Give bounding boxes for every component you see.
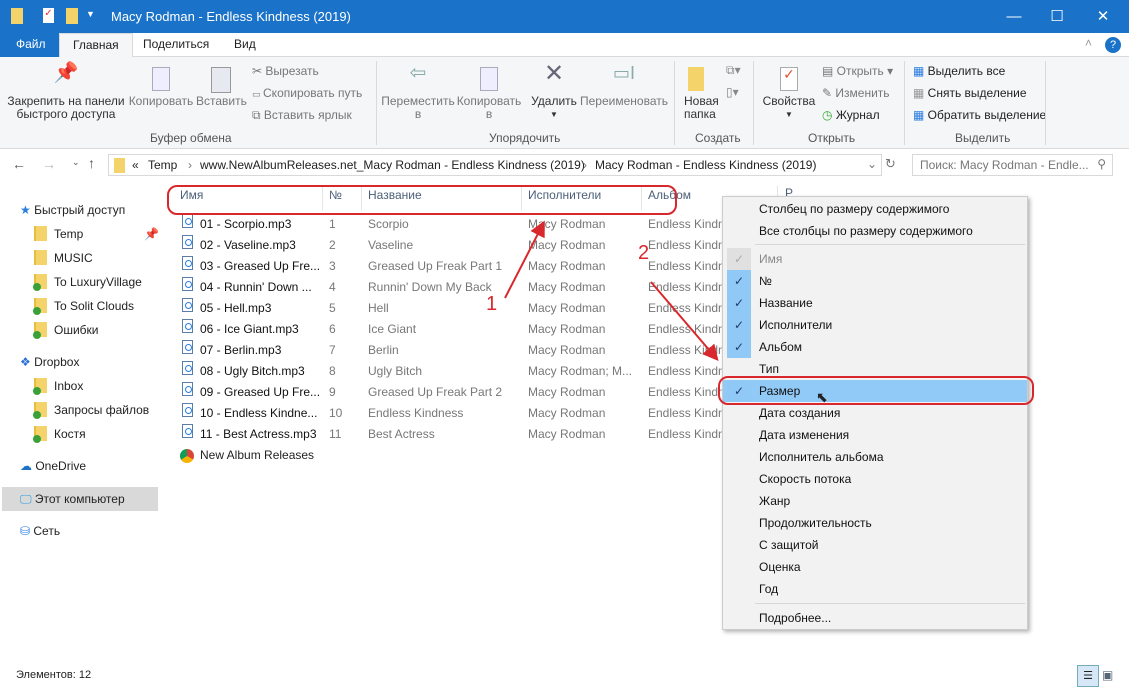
empty-check <box>727 512 751 534</box>
empty-check <box>727 468 751 490</box>
menu-item-column-toggle[interactable]: Оценка <box>723 556 1027 578</box>
menu-item-column-toggle[interactable]: Скорость потока <box>723 468 1027 490</box>
empty-check <box>727 534 751 556</box>
menu-label: Подробнее... <box>759 611 832 625</box>
menu-item-fit-all-columns[interactable]: Все столбцы по размеру содержимого <box>723 220 1027 242</box>
mouse-cursor-icon: ⬉ <box>816 389 828 405</box>
empty-check <box>727 556 751 578</box>
menu-label: Оценка <box>759 560 801 574</box>
annotation-size-highlight <box>718 376 1034 405</box>
menu-label: Тип <box>759 362 780 376</box>
menu-label: Исполнитель альбома <box>759 450 884 464</box>
checkmark-icon: ✓ <box>727 248 751 270</box>
menu-label: Жанр <box>759 494 791 508</box>
menu-item-column-toggle[interactable]: Продолжительность <box>723 512 1027 534</box>
menu-item-column-toggle[interactable]: ✓ Альбом <box>723 336 1027 358</box>
empty-check <box>727 446 751 468</box>
menu-label: С защитой <box>759 538 819 552</box>
annotation-label-1: 1 <box>486 293 498 315</box>
annotation-arrow-2 <box>650 281 719 362</box>
menu-separator <box>755 244 1025 245</box>
large-icons-view-button[interactable]: ▣ <box>1102 668 1113 682</box>
menu-label: Продолжительность <box>759 516 872 530</box>
status-bar: Элементов: 12 ☰ ▣ <box>0 665 1129 693</box>
menu-label: Все столбцы по размеру содержимого <box>759 224 973 238</box>
menu-item-column-toggle[interactable]: Дата создания <box>723 402 1027 424</box>
menu-label: Исполнители <box>759 318 833 332</box>
menu-item-column-toggle[interactable]: ✓ Название <box>723 292 1027 314</box>
menu-label: Название <box>759 296 813 310</box>
checkmark-icon: ✓ <box>727 270 751 292</box>
menu-item-column-toggle[interactable]: ✓ Имя <box>723 248 1027 270</box>
empty-check <box>727 402 751 424</box>
menu-item-column-toggle[interactable]: Год <box>723 578 1027 600</box>
menu-label: № <box>759 274 772 288</box>
menu-label: Год <box>759 582 779 596</box>
checkmark-icon: ✓ <box>727 292 751 314</box>
menu-item-column-toggle[interactable]: Жанр <box>723 490 1027 512</box>
menu-separator <box>755 603 1025 604</box>
menu-item-column-toggle[interactable]: ✓ № <box>723 270 1027 292</box>
menu-label: Столбец по размеру содержимого <box>759 202 950 216</box>
item-count: Элементов: 12 <box>16 669 92 681</box>
menu-item-column-toggle[interactable]: С защитой <box>723 534 1027 556</box>
checkmark-icon: ✓ <box>727 336 751 358</box>
empty-check <box>727 424 751 446</box>
menu-label: Дата создания <box>759 406 841 420</box>
details-view-button[interactable]: ☰ <box>1077 665 1099 687</box>
menu-label: Скорость потока <box>759 472 852 486</box>
empty-check <box>727 578 751 600</box>
menu-item-fit-column[interactable]: Столбец по размеру содержимого <box>723 198 1027 220</box>
column-context-menu: Столбец по размеру содержимого Все столб… <box>722 196 1028 630</box>
menu-item-column-toggle[interactable]: Исполнитель альбома <box>723 446 1027 468</box>
menu-label: Имя <box>759 252 783 266</box>
empty-check <box>727 490 751 512</box>
menu-item-column-toggle[interactable]: Дата изменения <box>723 424 1027 446</box>
menu-label: Альбом <box>759 340 803 354</box>
checkmark-icon: ✓ <box>727 314 751 336</box>
menu-label: Дата изменения <box>759 428 850 442</box>
annotation-label-2: 2 <box>638 242 650 264</box>
menu-item-column-toggle[interactable]: ✓ Исполнители <box>723 314 1027 336</box>
annotation-arrow-1 <box>504 220 545 299</box>
menu-item-more[interactable]: Подробнее... <box>723 607 1027 629</box>
